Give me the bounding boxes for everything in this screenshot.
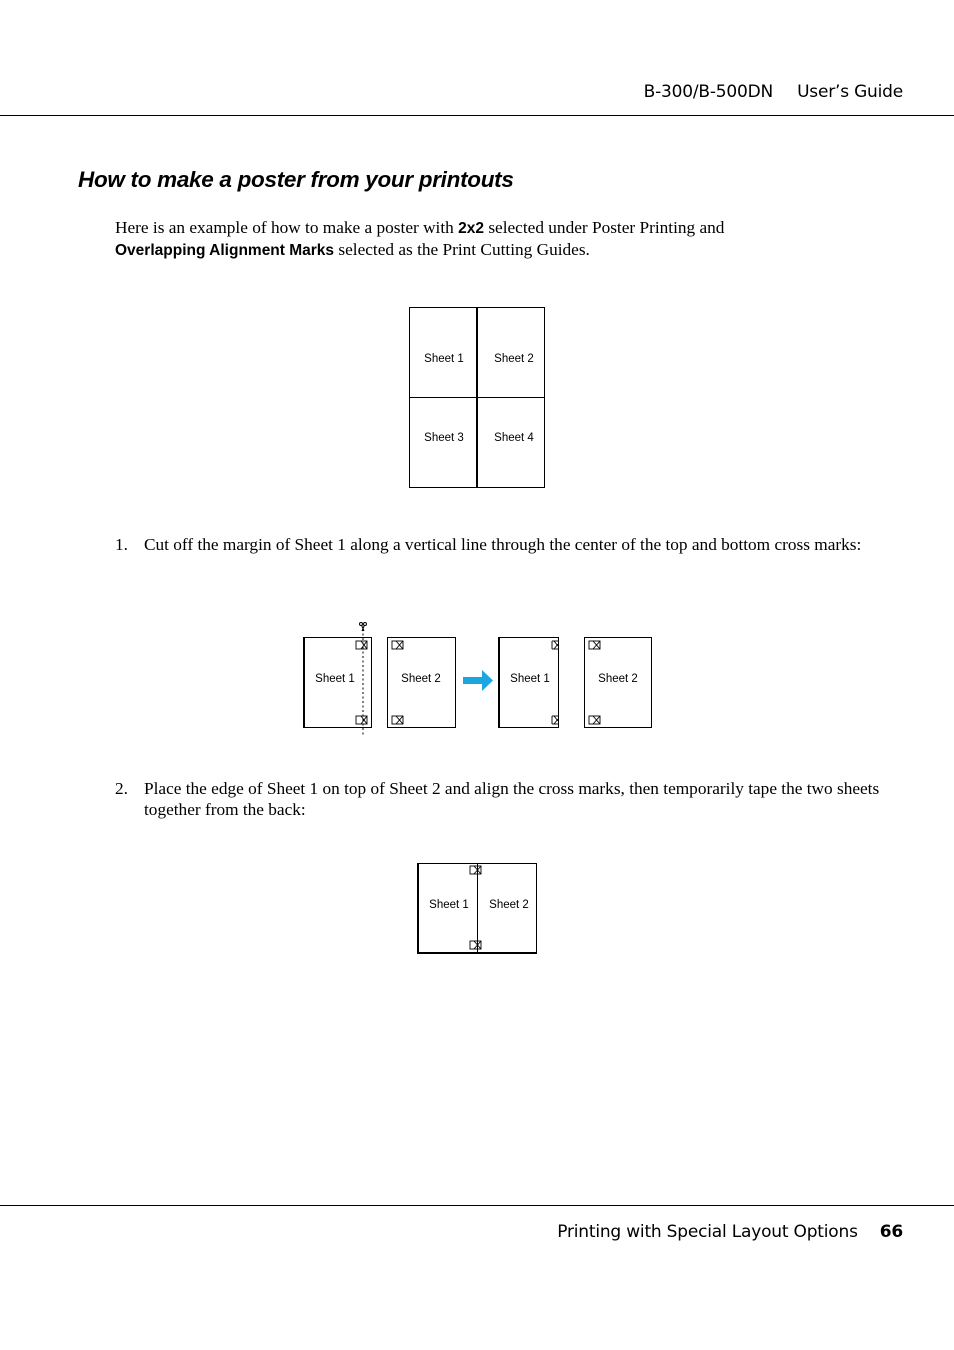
- cross-mark-icon: [469, 865, 482, 875]
- grid-sheet-1: Sheet 1: [424, 353, 464, 365]
- cross-mark-icon: [355, 715, 368, 725]
- scissors-icon: [359, 622, 367, 632]
- grid-sheet-3: Sheet 3: [424, 432, 464, 444]
- step-2: 2. Place the edge of Sheet 1 on top of S…: [115, 778, 890, 820]
- header-rule: [0, 115, 954, 116]
- step-1-number: 1.: [115, 535, 128, 554]
- grid-horizontal-divider: [409, 397, 545, 398]
- cross-mark-icon: [391, 715, 404, 725]
- join-figure: Sheet 1 Sheet 2: [417, 863, 537, 954]
- section-title: How to make a poster from your printouts: [78, 167, 514, 192]
- page-number: 66: [879, 1222, 903, 1242]
- cross-mark-icon: [469, 940, 482, 950]
- cross-mark-icon: [355, 640, 368, 650]
- intro-text-2: selected under Poster Printing and: [484, 218, 725, 237]
- footer-rule: [0, 1205, 954, 1206]
- cross-mark-icon: [588, 640, 601, 650]
- step-2-number: 2.: [115, 779, 128, 798]
- header-guide: User’s Guide: [797, 82, 903, 102]
- cross-mark-icon: [551, 715, 559, 725]
- intro-bold-2x2: 2x2: [458, 220, 484, 237]
- footer-section: Printing with Special Layout Options: [557, 1222, 858, 1242]
- running-header: B-300/B-500DN User’s Guide: [643, 82, 904, 102]
- cross-mark-icon: [391, 640, 404, 650]
- cut-figure: Sheet 1 Sheet 2 Sheet 1 Sheet 2: [290, 615, 660, 740]
- arrow-right-icon: [463, 670, 493, 691]
- cross-mark-icon: [551, 640, 559, 650]
- step-2-text: Place the edge of Sheet 1 on top of Shee…: [144, 779, 880, 819]
- intro-paragraph: Here is an example of how to make a post…: [115, 217, 895, 261]
- cross-mark-icon: [588, 715, 601, 725]
- grid-sheet-2: Sheet 2: [494, 353, 534, 365]
- running-footer: Printing with Special Layout Options 66: [557, 1222, 903, 1242]
- join-figure-overlay: [469, 865, 482, 950]
- cut-figure-overlay: [355, 622, 601, 735]
- poster-grid-figure: Sheet 1 Sheet 2 Sheet 3 Sheet 4: [409, 307, 545, 488]
- intro-text-1: Here is an example of how to make a post…: [115, 218, 459, 237]
- grid-sheet-4: Sheet 4: [494, 432, 534, 444]
- step-1-text: Cut off the margin of Sheet 1 along a ve…: [144, 535, 862, 554]
- header-model: B-300/B-500DN: [643, 82, 774, 102]
- step-1: 1. Cut off the margin of Sheet 1 along a…: [115, 534, 890, 555]
- intro-bold-marks: Overlapping Alignment Marks: [115, 242, 335, 259]
- intro-text-3: selected as the Print Cutting Guides.: [334, 240, 590, 259]
